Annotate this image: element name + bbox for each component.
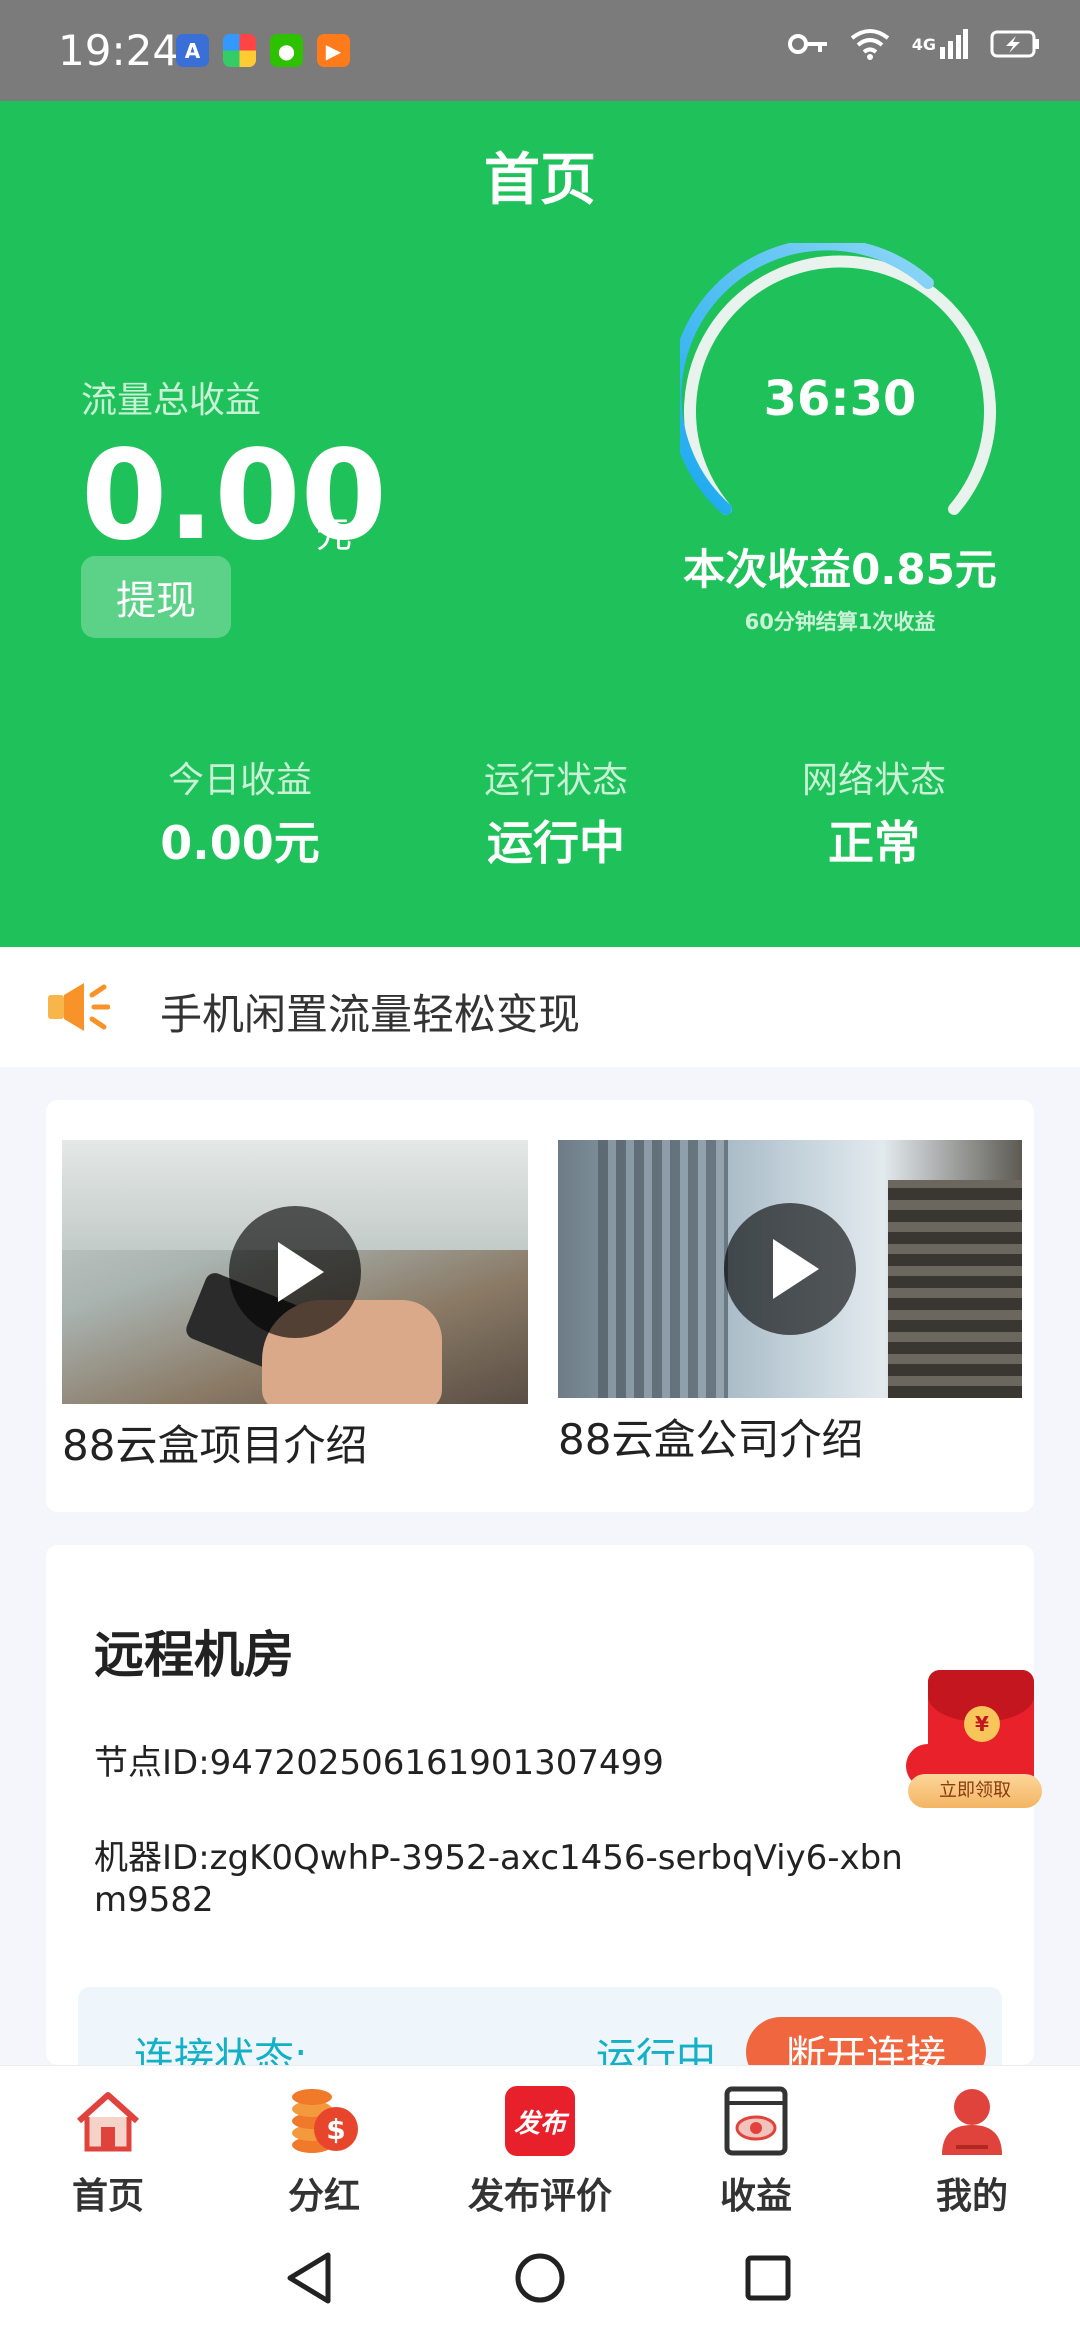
connection-panel: 连接状态: 运行中 断开连接 [78,1987,1002,2065]
notification-icons: A ● ▶ [176,34,350,67]
building-right [888,1180,1022,1398]
video-caption: 88云盒项目介绍 [62,1421,368,1470]
svg-text:$: $ [326,2113,345,2146]
video-thumbnail[interactable] [558,1140,1022,1398]
play-icon[interactable] [229,1206,361,1338]
earnings-icon [648,2081,864,2161]
tab-label: 首页 [71,2176,144,2217]
machine-id: 机器ID:zgK0QwhP-3952-axc1456-serbqViy6-xbn… [94,1838,903,1920]
tab-bar: 首页 $ 分红 发布 发布评价 收益 我的 [0,2065,1080,2217]
tab-publish-review[interactable]: 发布 发布评价 [432,2081,648,2219]
settlement-note: 60分钟结算1次收益 [744,610,936,634]
stat-label: 网络状态 [801,760,946,801]
key-icon [787,32,828,56]
coins-icon: $ [216,2081,432,2161]
video-app-icon: ▶ [317,34,350,67]
machine-card: 远程机房 节点ID:947202506161901307499 机器ID:zgK… [46,1545,1034,2065]
node-id: 节点ID:947202506161901307499 [94,1743,664,1783]
colorful-app-icon [223,34,256,67]
tab-label: 发布评价 [467,2176,612,2217]
withdraw-button[interactable]: 提现 [81,556,231,638]
video-caption: 88云盒公司介绍 [558,1415,864,1464]
red-packet-button[interactable]: ¥ 立即领取 [906,1670,1044,1812]
wechat-icon: ● [270,34,303,67]
total-earnings-label: 流量总收益 [81,380,262,421]
tab-earnings[interactable]: 收益 [648,2081,864,2219]
tab-profile[interactable]: 我的 [864,2081,1080,2219]
session-earnings: 本次收益0.85元 [683,545,997,594]
disconnect-button[interactable]: 断开连接 [746,2017,986,2065]
status-time: 19:24 [58,26,180,75]
stat-today: 今日收益 0.00元 [90,751,390,873]
stat-value: 0.00元 [160,816,320,870]
header: 首页 流量总收益 0.00 元 提现 36:30 本次收益0.85元 60分钟结… [0,101,1080,947]
stat-label: 运行状态 [483,760,628,801]
video-item-project[interactable]: 88云盒项目介绍 [62,1140,528,1473]
stat-label: 今日收益 [167,760,312,801]
video-item-company[interactable]: 88云盒公司介绍 [558,1140,1022,1467]
wifi-icon [850,28,890,60]
system-nav-bar [0,2215,1080,2340]
battery-icon [990,30,1040,58]
timer-value: 36:30 [763,371,917,427]
connection-label: 连接状态: [134,2035,308,2065]
tab-home[interactable]: 首页 [0,2081,216,2219]
home-icon [0,2081,216,2161]
accessibility-icon: A [176,34,209,67]
red-packet-label: 立即领取 [908,1774,1042,1808]
tab-label: 收益 [719,2176,792,2217]
tab-dividend[interactable]: $ 分红 [216,2081,432,2219]
stat-value: 运行中 [487,816,625,870]
video-card: 88云盒项目介绍 88云盒公司介绍 [46,1100,1034,1512]
stat-running: 运行状态 运行中 [406,751,706,873]
connection-value: 运行中 [596,2035,716,2065]
total-earnings-unit: 元 [316,515,353,556]
network-type: 4G [911,34,936,54]
system-icons: 4G [787,28,1040,60]
recents-icon[interactable] [733,2243,803,2313]
back-icon[interactable] [274,2243,344,2313]
speaker-icon [44,977,111,1041]
stat-network: 网络状态 正常 [724,751,1024,873]
page-title: 首页 [484,148,596,213]
building-left [598,1140,728,1398]
yuan-coin-icon: ¥ [964,1706,1000,1742]
signal-icon: 4G [912,29,968,59]
play-icon[interactable] [724,1203,856,1335]
publish-icon-text: 发布 [505,2086,575,2156]
tab-label: 分红 [287,2176,360,2217]
status-bar: 19:24 A ● ▶ 4G [0,0,1080,101]
video-thumbnail[interactable] [62,1140,528,1404]
notice-bar[interactable]: 手机闲置流量轻松变现 [0,947,1080,1067]
profile-icon [864,2081,1080,2161]
tab-label: 我的 [935,2176,1008,2217]
publish-icon: 发布 [432,2081,648,2161]
machine-title: 远程机房 [94,1626,294,1684]
stat-value: 正常 [828,816,920,870]
notice-text: 手机闲置流量轻松变现 [160,990,581,1039]
home-nav-icon[interactable] [505,2243,575,2313]
